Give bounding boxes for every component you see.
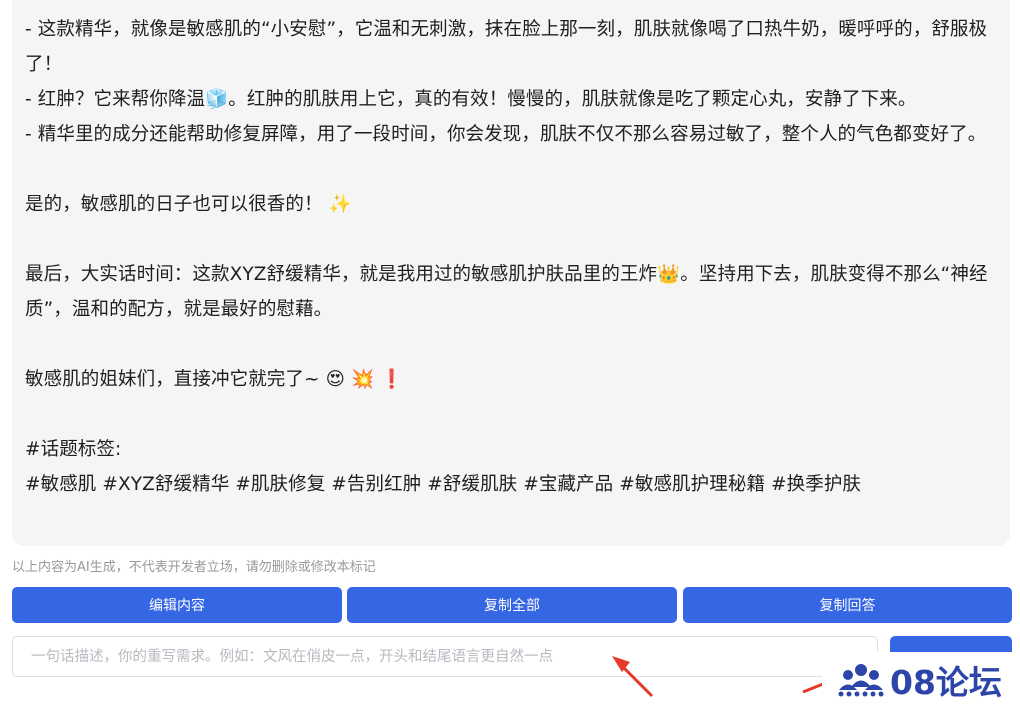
copy-all-button[interactable]: 复制全部 bbox=[347, 587, 677, 623]
tags-line: #敏感肌 #XYZ舒缓精华 #肌肤修复 #告别红肿 #舒缓肌肤 #宝藏产品 #敏… bbox=[25, 474, 862, 495]
generated-content-card: - 这款精华，就像是敏感肌的“小安慰”，它温和无刺激，抹在脸上那一刻，肌肤就像喝… bbox=[12, 0, 1010, 546]
content-paragraph: - 红肿？它来帮你降温🧊。红肿的肌肤用上它，真的有效！慢慢的，肌肤就像是吃了颗定… bbox=[25, 89, 917, 110]
watermark-text: 08论坛 bbox=[890, 663, 1002, 702]
content-paragraph: 最后，大实话时间：这款XYZ舒缓精华，就是我用过的敏感肌护肤品里的王炸👑。坚持用… bbox=[25, 264, 988, 320]
rewrite-input-container bbox=[12, 636, 878, 677]
content-paragraph: - 这款精华，就像是敏感肌的“小安慰”，它温和无刺激，抹在脸上那一刻，肌肤就像喝… bbox=[25, 19, 988, 75]
rewrite-request-input[interactable] bbox=[13, 637, 877, 676]
ai-disclaimer: 以上内容为AI生成，不代表开发者立场，请勿删除或修改本标记 bbox=[12, 560, 376, 575]
people-group-icon bbox=[838, 664, 884, 697]
tags-heading: #话题标签: bbox=[25, 439, 122, 460]
content-paragraph: - 精华里的成分还能帮助修复屏障，用了一段时间，你会发现，肌肤不仅不那么容易过敏… bbox=[25, 124, 987, 145]
edit-content-button[interactable]: 编辑内容 bbox=[12, 587, 342, 623]
copy-answer-button[interactable]: 复制回答 bbox=[683, 587, 1012, 623]
forum-watermark: 08论坛 bbox=[838, 660, 1002, 702]
content-paragraph: 敏感肌的姐妹们，直接冲它就完了~ 😍 💥 ❗ bbox=[25, 369, 404, 390]
content-paragraph: 是的，敏感肌的日子也可以很香的！ ✨ bbox=[25, 194, 352, 215]
